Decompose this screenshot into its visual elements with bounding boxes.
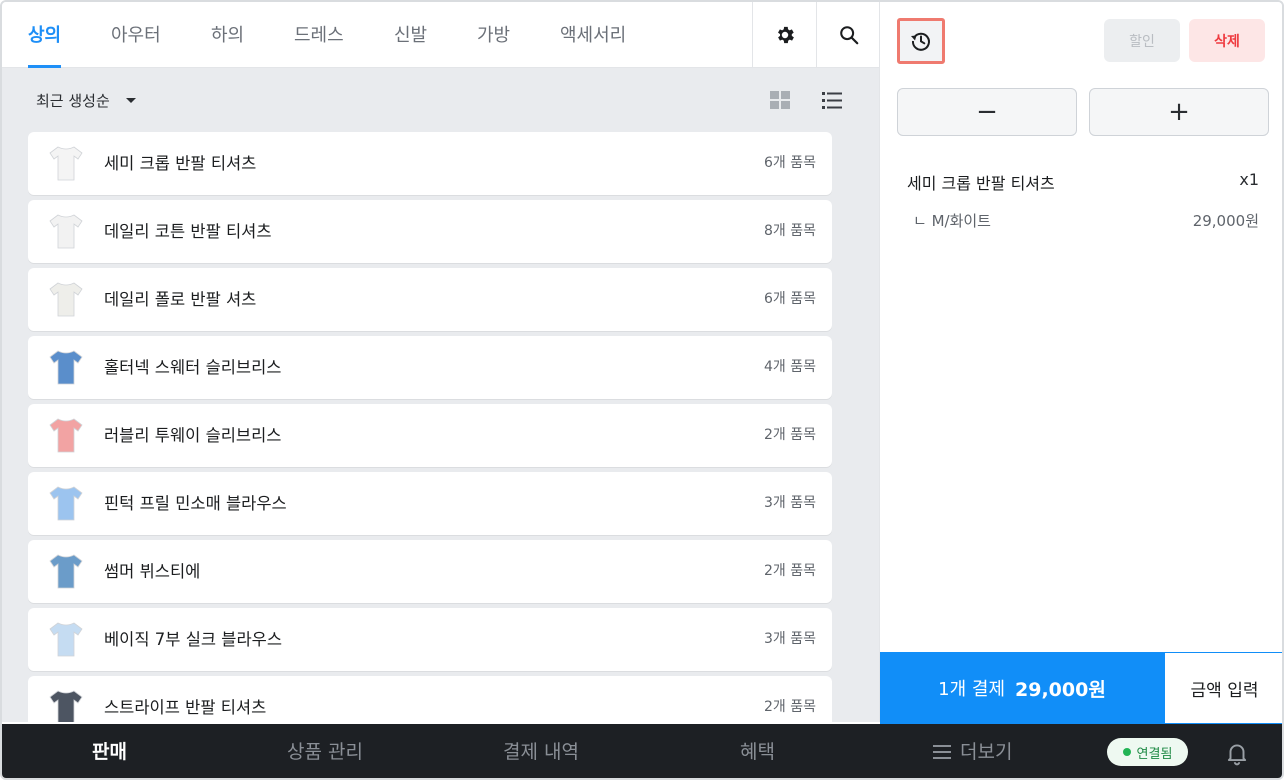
cart-item-name[interactable]: 세미 크롭 반팔 티셔츠 bbox=[907, 170, 1055, 194]
list-icon bbox=[822, 92, 842, 109]
tab-tops[interactable]: 상의 bbox=[28, 2, 62, 68]
bottom-nav: 판매 상품 관리 결제 내역 혜택 더보기 연결됨 bbox=[2, 724, 1282, 778]
amount-input-button[interactable]: 금액 입력 bbox=[1164, 652, 1282, 724]
product-row[interactable]: 데일리 코튼 반팔 티셔츠 8개 품목 bbox=[28, 200, 832, 263]
hamburger-icon bbox=[933, 745, 951, 759]
nav-more-label: 더보기 bbox=[960, 741, 1013, 763]
bell-icon[interactable] bbox=[1224, 740, 1250, 766]
product-name: 데일리 코튼 반팔 티셔츠 bbox=[104, 222, 272, 241]
product-name: 데일리 폴로 반팔 셔츠 bbox=[104, 290, 257, 309]
tab-bags[interactable]: 가방 bbox=[477, 2, 510, 68]
history-icon bbox=[911, 32, 930, 51]
product-name: 세미 크롭 반팔 티셔츠 bbox=[104, 154, 257, 173]
product-variant-count: 3개 품목 bbox=[764, 631, 816, 647]
product-thumbnail bbox=[46, 346, 86, 388]
cart-item-price: 29,000원 bbox=[1192, 212, 1259, 230]
nav-sales[interactable]: 판매 bbox=[92, 724, 127, 778]
product-thumbnail bbox=[46, 550, 86, 592]
product-row[interactable]: 홀터넥 스웨터 슬리브리스 4개 품목 bbox=[28, 336, 832, 399]
history-button[interactable] bbox=[897, 18, 945, 64]
cart-item-option: ㄴ M/화이트 bbox=[913, 212, 991, 230]
discount-button[interactable]: 할인 bbox=[1104, 19, 1180, 62]
product-row[interactable]: 핀턱 프릴 민소매 블라우스 3개 품목 bbox=[28, 472, 832, 535]
product-thumbnail bbox=[46, 142, 86, 184]
chevron-down-icon bbox=[125, 98, 136, 103]
product-row[interactable]: 러블리 투웨이 슬리브리스 2개 품목 bbox=[28, 404, 832, 467]
product-variant-count: 6개 품목 bbox=[764, 291, 816, 307]
product-variant-count: 2개 품목 bbox=[764, 427, 816, 443]
status-dot bbox=[1122, 748, 1131, 756]
product-row[interactable]: 베이직 7부 실크 블라우스 3개 품목 bbox=[28, 608, 832, 671]
nav-product-management[interactable]: 상품 관리 bbox=[287, 724, 363, 778]
tab-bottoms[interactable]: 하의 bbox=[211, 2, 244, 68]
delete-button[interactable]: 삭제 bbox=[1189, 19, 1265, 62]
app-window: 상의 아우터 하의 드레스 신발 가방 액세서리 최근 생성순 세미 크롭 반팔… bbox=[0, 0, 1284, 780]
product-variant-count: 2개 품목 bbox=[764, 699, 816, 715]
pay-button[interactable]: 1개 결제 29,000원 bbox=[880, 652, 1164, 724]
product-row[interactable]: 데일리 폴로 반팔 셔츠 6개 품목 bbox=[28, 268, 832, 331]
product-list: 세미 크롭 반팔 티셔츠 6개 품목 데일리 코튼 반팔 티셔츠 8개 품목 데일리 폴… bbox=[28, 132, 832, 722]
product-variant-count: 2개 품목 bbox=[764, 563, 816, 579]
product-panel: 상의 아우터 하의 드레스 신발 가방 액세서리 최근 생성순 세미 크롭 반팔… bbox=[2, 2, 879, 722]
sort-label: 최근 생성순 bbox=[36, 92, 110, 110]
cart-item-quantity: x1 bbox=[1239, 170, 1259, 189]
product-variant-count: 3개 품목 bbox=[764, 495, 816, 511]
settings-button[interactable] bbox=[752, 2, 816, 68]
pay-total: 29,000원 bbox=[1015, 678, 1106, 701]
connection-status-badge: 연결됨 bbox=[1107, 738, 1188, 766]
product-name: 베이직 7부 실크 블라우스 bbox=[104, 630, 283, 649]
increase-quantity-button[interactable]: + bbox=[1089, 88, 1269, 136]
status-label: 연결됨 bbox=[1136, 746, 1173, 762]
tab-shoes[interactable]: 신발 bbox=[394, 2, 427, 68]
product-thumbnail bbox=[46, 278, 86, 320]
grid-view-button[interactable] bbox=[768, 88, 792, 112]
product-variant-count: 6개 품목 bbox=[764, 155, 816, 171]
nav-more[interactable]: 더보기 bbox=[932, 724, 1013, 778]
category-tabs: 상의 아우터 하의 드레스 신발 가방 액세서리 bbox=[2, 2, 879, 68]
product-name: 썸머 뷔스티에 bbox=[104, 562, 201, 581]
sort-bar: 최근 생성순 bbox=[2, 69, 879, 131]
product-thumbnail bbox=[46, 482, 86, 524]
nav-benefits[interactable]: 혜택 bbox=[740, 724, 775, 778]
grid-icon bbox=[770, 91, 790, 109]
product-name: 러블리 투웨이 슬리브리스 bbox=[104, 426, 282, 445]
cart-panel: 할인 삭제 − + 세미 크롭 반팔 티셔츠 x1 ㄴ M/화이트 29,000… bbox=[879, 2, 1282, 724]
product-thumbnail bbox=[46, 210, 86, 252]
tab-outer[interactable]: 아우터 bbox=[111, 2, 161, 68]
product-row[interactable]: 썸머 뷔스티에 2개 품목 bbox=[28, 540, 832, 603]
product-thumbnail bbox=[46, 414, 86, 456]
product-thumbnail bbox=[46, 686, 86, 722]
product-variant-count: 4개 품목 bbox=[764, 359, 816, 375]
product-row[interactable]: 스트라이프 반팔 티셔츠 2개 품목 bbox=[28, 676, 832, 722]
gear-icon bbox=[777, 26, 794, 44]
list-view-button[interactable] bbox=[820, 88, 844, 112]
product-thumbnail bbox=[46, 618, 86, 660]
tab-accessories[interactable]: 액세서리 bbox=[560, 2, 626, 68]
search-icon bbox=[839, 26, 858, 45]
sort-dropdown[interactable]: 최근 생성순 bbox=[36, 90, 136, 111]
product-variant-count: 8개 품목 bbox=[764, 223, 816, 239]
search-button[interactable] bbox=[816, 2, 880, 68]
decrease-quantity-button[interactable]: − bbox=[897, 88, 1077, 136]
product-name: 홀터넥 스웨터 슬리브리스 bbox=[104, 358, 282, 377]
nav-payment-history[interactable]: 결제 내역 bbox=[503, 724, 579, 778]
product-row[interactable]: 세미 크롭 반팔 티셔츠 6개 품목 bbox=[28, 132, 832, 195]
tab-dresses[interactable]: 드레스 bbox=[294, 2, 344, 68]
product-name: 스트라이프 반팔 티셔츠 bbox=[104, 698, 267, 717]
product-name: 핀턱 프릴 민소매 블라우스 bbox=[104, 494, 287, 513]
pay-count: 1개 결제 bbox=[938, 679, 1006, 700]
